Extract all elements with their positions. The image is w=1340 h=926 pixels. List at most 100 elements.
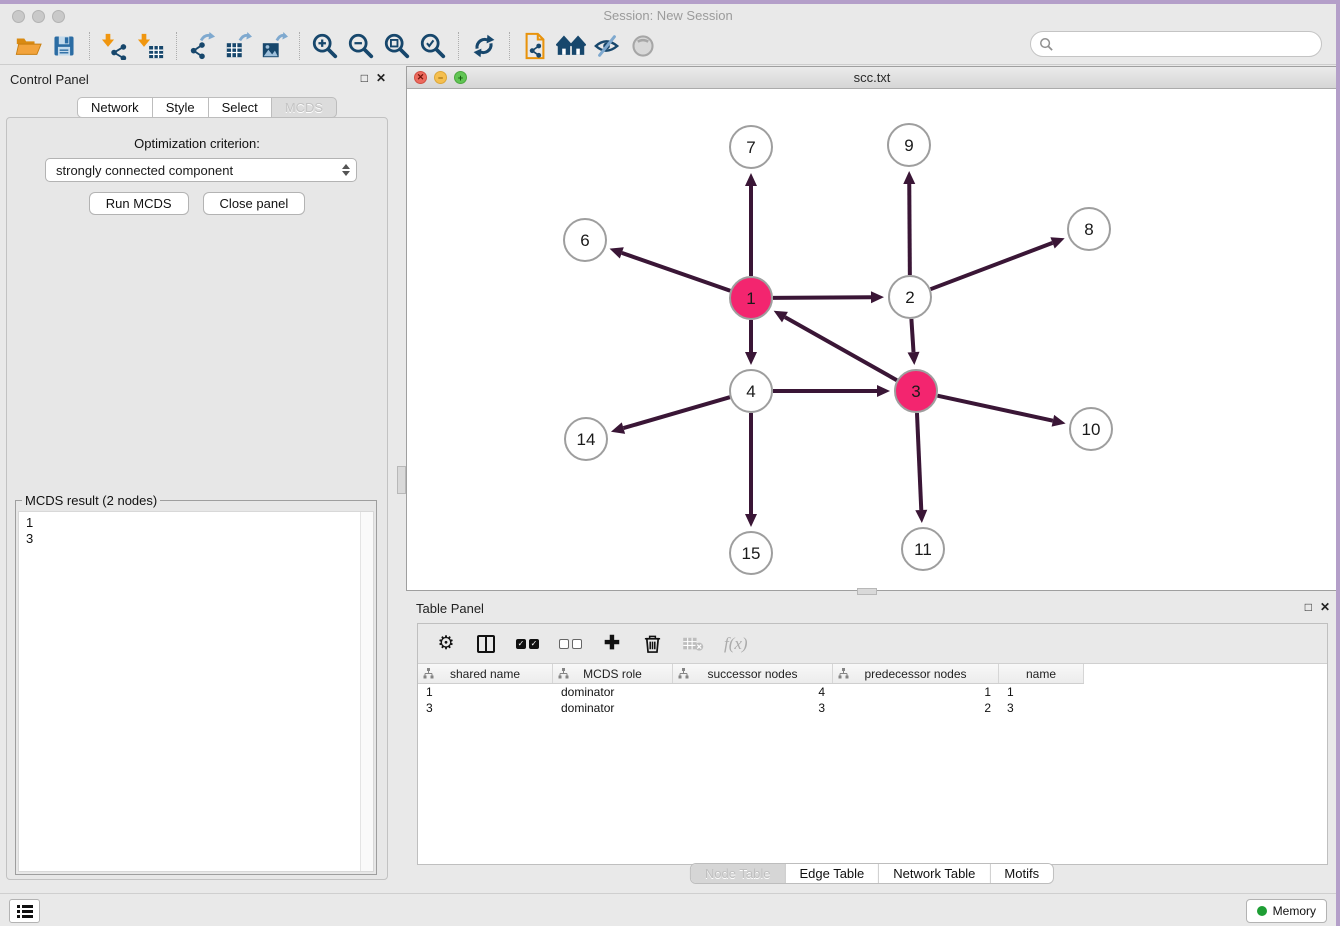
network-minimize-button[interactable]: − xyxy=(434,71,447,84)
select-all-button[interactable]: ✓✓ xyxy=(516,639,539,649)
tab-edge-table[interactable]: Edge Table xyxy=(785,864,879,883)
tab-select[interactable]: Select xyxy=(208,97,271,118)
graph-edge-2-3[interactable] xyxy=(908,319,920,365)
graph-node-14[interactable]: 14 xyxy=(565,418,607,460)
graph-edge-4-3[interactable] xyxy=(773,385,890,397)
function-builder-button[interactable]: f(x) xyxy=(724,634,748,654)
mcds-result-textarea[interactable]: 1 3 xyxy=(18,511,374,872)
apply-layout-button[interactable] xyxy=(466,30,502,62)
export-table-button[interactable] xyxy=(220,30,256,62)
optimization-criterion-label: Optimization criterion: xyxy=(7,136,387,151)
graph-edge-4-14[interactable] xyxy=(611,397,730,434)
graph-node-11[interactable]: 11 xyxy=(902,528,944,570)
delete-table-button[interactable] xyxy=(682,636,704,652)
show-all-nodes-button[interactable] xyxy=(553,30,589,62)
result-scrollbar[interactable] xyxy=(360,512,373,871)
graph-edge-2-8[interactable] xyxy=(931,237,1065,289)
cell-mcds-role[interactable]: dominator xyxy=(553,684,673,700)
graph-node-3[interactable]: 3 xyxy=(895,370,937,412)
graph-node-9[interactable]: 9 xyxy=(888,124,930,166)
network-canvas[interactable]: 1 2 3 4 6 7 8 9 10 11 14 15 xyxy=(407,89,1337,590)
search-box[interactable] xyxy=(1030,31,1322,57)
cell-successor-nodes[interactable]: 4 xyxy=(673,684,833,700)
export-image-button[interactable] xyxy=(256,30,292,62)
graph-edge-1-7[interactable] xyxy=(745,173,757,276)
graph-edge-3-1[interactable] xyxy=(774,311,897,380)
graph-node-1[interactable]: 1 xyxy=(730,277,772,319)
import-network-button[interactable] xyxy=(97,30,133,62)
delete-column-button[interactable] xyxy=(642,633,662,654)
cell-mcds-role[interactable]: dominator xyxy=(553,700,673,716)
graph-edge-1-2[interactable] xyxy=(773,291,884,303)
graph-node-4[interactable]: 4 xyxy=(730,370,772,412)
hide-selected-button[interactable] xyxy=(589,30,625,62)
export-network-button[interactable] xyxy=(184,30,220,62)
cell-predecessor-nodes[interactable]: 1 xyxy=(833,684,999,700)
graph-node-10[interactable]: 10 xyxy=(1070,408,1112,450)
zoom-out-button[interactable] xyxy=(343,30,379,62)
cell-name[interactable]: 3 xyxy=(999,700,1084,716)
column-header-successor-nodes[interactable]: successor nodes xyxy=(673,664,833,683)
tab-network-table[interactable]: Network Table xyxy=(879,864,990,883)
graph-node-label: 7 xyxy=(746,138,755,157)
task-history-button[interactable] xyxy=(9,899,40,923)
column-header-mcds-role[interactable]: MCDS role xyxy=(553,664,673,683)
zoom-in-button[interactable] xyxy=(307,30,343,62)
new-network-from-selection-button[interactable] xyxy=(517,30,553,62)
criterion-dropdown[interactable]: strongly connected component xyxy=(45,158,357,182)
graph-edge-3-10[interactable] xyxy=(937,396,1065,427)
column-header-shared-name[interactable]: shared name xyxy=(418,664,553,683)
float-panel-icon[interactable]: □ xyxy=(361,72,368,85)
memory-button[interactable]: Memory xyxy=(1246,899,1327,923)
cell-shared-name[interactable]: 3 xyxy=(418,700,553,716)
save-session-button[interactable] xyxy=(46,30,82,62)
show-columns-button[interactable] xyxy=(476,635,496,653)
table-row[interactable]: 3 dominator 3 2 3 xyxy=(418,700,1327,716)
add-column-button[interactable]: ✚ xyxy=(602,634,622,654)
zoom-fit-button[interactable] xyxy=(379,30,415,62)
table-row[interactable]: 1 dominator 4 1 1 xyxy=(418,684,1327,700)
graph-node-label: 8 xyxy=(1084,220,1093,239)
graph-node-15[interactable]: 15 xyxy=(730,532,772,574)
minimize-window-button[interactable] xyxy=(32,10,45,23)
network-window-titlebar[interactable]: ✕ − + scc.txt xyxy=(407,67,1337,89)
search-input[interactable] xyxy=(1054,34,1321,54)
tab-node-table[interactable]: Node Table xyxy=(691,864,786,883)
close-window-button[interactable] xyxy=(12,10,25,23)
cell-predecessor-nodes[interactable]: 2 xyxy=(833,700,999,716)
graph-edge-3-11[interactable] xyxy=(915,413,927,523)
graph-node-7[interactable]: 7 xyxy=(730,126,772,168)
open-session-button[interactable] xyxy=(10,30,46,62)
column-header-name[interactable]: name xyxy=(999,664,1084,683)
graph-edge-1-6[interactable] xyxy=(610,247,731,291)
cell-successor-nodes[interactable]: 3 xyxy=(673,700,833,716)
show-hidden-button[interactable] xyxy=(625,30,661,62)
zoom-selected-button[interactable] xyxy=(415,30,451,62)
graph-edge-1-4[interactable] xyxy=(745,320,757,365)
tab-network[interactable]: Network xyxy=(77,97,152,118)
network-maximize-button[interactable]: + xyxy=(454,71,467,84)
graph-node-8[interactable]: 8 xyxy=(1068,208,1110,250)
close-table-panel-icon[interactable]: ✕ xyxy=(1320,601,1330,614)
table-settings-button[interactable]: ⚙ xyxy=(436,634,456,654)
run-mcds-button[interactable]: Run MCDS xyxy=(89,192,189,215)
tab-style[interactable]: Style xyxy=(152,97,208,118)
graph-edge-4-15[interactable] xyxy=(745,413,757,527)
import-table-button[interactable] xyxy=(133,30,169,62)
close-panel-button[interactable]: Close panel xyxy=(203,192,306,215)
graph-node-6[interactable]: 6 xyxy=(564,219,606,261)
zoom-window-button[interactable] xyxy=(52,10,65,23)
vertical-splitter-handle[interactable] xyxy=(397,466,406,494)
graph-node-2[interactable]: 2 xyxy=(889,276,931,318)
close-panel-icon[interactable]: ✕ xyxy=(376,72,386,85)
graph-edge-2-9[interactable] xyxy=(903,171,915,275)
tab-mcds[interactable]: MCDS xyxy=(271,97,337,118)
network-close-button[interactable]: ✕ xyxy=(414,71,427,84)
column-header-predecessor-nodes[interactable]: predecessor nodes xyxy=(833,664,999,683)
cell-name[interactable]: 1 xyxy=(999,684,1084,700)
float-table-panel-icon[interactable]: □ xyxy=(1305,601,1312,614)
tab-motifs[interactable]: Motifs xyxy=(990,864,1053,883)
deselect-all-button[interactable] xyxy=(559,639,582,649)
horizontal-splitter-handle[interactable] xyxy=(857,588,877,595)
cell-shared-name[interactable]: 1 xyxy=(418,684,553,700)
